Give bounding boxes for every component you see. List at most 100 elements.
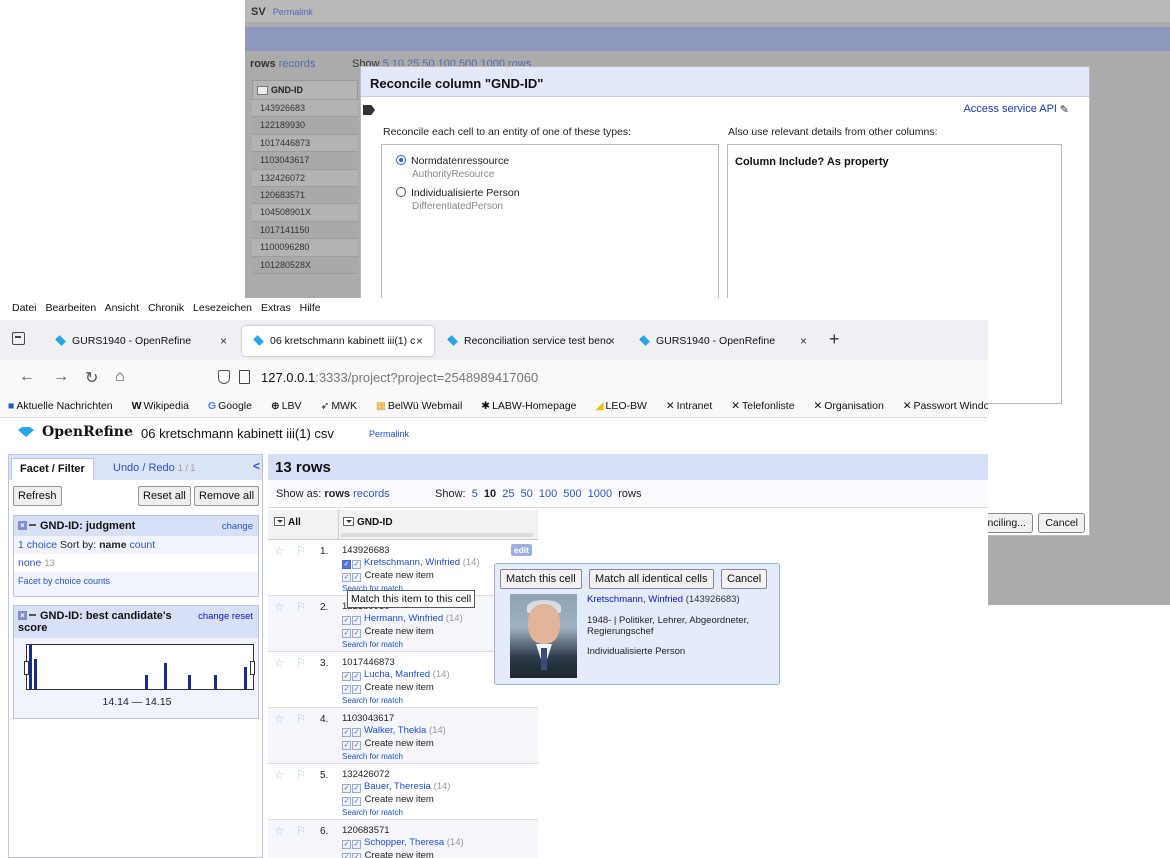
type-option-individualisierte-person[interactable]: Individualisierte Person DifferentiatedP… bbox=[396, 187, 520, 212]
create-all-checkbox-icon[interactable]: ✓ bbox=[352, 573, 361, 582]
menu-extras[interactable]: Extras bbox=[261, 302, 291, 314]
bookmark-belwue[interactable]: ▦ BelWü Webmail bbox=[376, 400, 470, 412]
close-icon[interactable]: × bbox=[608, 334, 615, 348]
openrefine-logo-icon[interactable] bbox=[18, 427, 34, 437]
remove-facet-icon[interactable]: × bbox=[18, 611, 27, 620]
column-all[interactable]: All bbox=[274, 517, 301, 528]
dialog-cancel-button[interactable]: Cancel bbox=[1038, 513, 1085, 533]
bg-column-header[interactable]: GND-ID bbox=[252, 80, 358, 100]
page-size-10[interactable]: 10 bbox=[484, 488, 496, 500]
flag-icon[interactable]: ⚐ bbox=[296, 600, 306, 613]
create-all-checkbox-icon[interactable]: ✓ bbox=[352, 685, 361, 694]
star-icon[interactable]: ☆ bbox=[274, 824, 285, 838]
rows-mode[interactable]: rows bbox=[324, 488, 350, 500]
menu-hilfe[interactable]: Hilfe bbox=[300, 302, 321, 314]
match-this-cell-button[interactable]: Match this cell bbox=[500, 569, 582, 589]
flag-icon[interactable]: ⚐ bbox=[296, 824, 306, 837]
candidate-name-link[interactable]: Kretschmann, Winfried bbox=[587, 594, 683, 605]
sort-name[interactable]: name bbox=[99, 539, 126, 551]
close-icon[interactable]: × bbox=[220, 334, 227, 348]
page-size-100[interactable]: 100 bbox=[539, 488, 557, 500]
bg-records-label[interactable]: records bbox=[279, 58, 316, 70]
facet-by-choice-counts-link[interactable]: Facet by choice counts bbox=[18, 576, 110, 586]
match-all-checkbox-icon[interactable]: ✓ bbox=[352, 672, 361, 681]
candidate-link[interactable]: Hermann, Winfried bbox=[364, 613, 443, 624]
remove-all-button[interactable]: Remove all bbox=[194, 486, 260, 506]
page-size-50[interactable]: 50 bbox=[521, 488, 533, 500]
search-for-match-link[interactable]: Search for match bbox=[342, 808, 534, 817]
star-icon[interactable]: ☆ bbox=[274, 656, 285, 670]
page-size-500[interactable]: 500 bbox=[563, 488, 581, 500]
back-icon[interactable]: ← bbox=[19, 368, 35, 386]
flag-icon[interactable]: ⚐ bbox=[296, 544, 306, 557]
menu-lesezeichen[interactable]: Lesezeichen bbox=[193, 302, 252, 314]
access-service-api-link[interactable]: Access service API bbox=[963, 103, 1057, 115]
facet-reset-link[interactable]: reset bbox=[232, 611, 253, 622]
match-all-checkbox-icon[interactable]: ✓ bbox=[352, 616, 361, 625]
flag-icon[interactable]: ⚐ bbox=[296, 712, 306, 725]
wrench-icon[interactable]: ✎ bbox=[1060, 103, 1069, 116]
create-checkbox-icon[interactable]: ✓ bbox=[342, 573, 351, 582]
create-all-checkbox-icon[interactable]: ✓ bbox=[352, 629, 361, 638]
facet-change-link[interactable]: change bbox=[222, 521, 253, 532]
tab-undo-redo[interactable]: Undo / Redo 1 / 1 bbox=[113, 462, 195, 474]
star-icon[interactable]: ☆ bbox=[274, 544, 285, 558]
bookmark-telefonliste[interactable]: ✕ Telefonliste bbox=[731, 400, 802, 412]
match-all-checkbox-icon[interactable]: ✓ bbox=[352, 840, 361, 849]
bg-permalink[interactable]: Permalink bbox=[273, 7, 313, 17]
match-checkbox-icon[interactable]: ✓ bbox=[342, 672, 351, 681]
match-all-checkbox-icon[interactable]: ✓ bbox=[352, 784, 361, 793]
bookmark-passwort[interactable]: ✕Passwort Windows-D bbox=[903, 400, 988, 412]
bookmark-intranet[interactable]: ✕ Intranet bbox=[666, 400, 720, 412]
choice-count[interactable]: 1 choice bbox=[18, 539, 57, 551]
edit-button[interactable]: edit bbox=[510, 544, 532, 556]
search-for-match-link[interactable]: Search for match bbox=[342, 752, 534, 761]
menu-datei[interactable]: Datei bbox=[12, 302, 37, 314]
match-all-identical-button[interactable]: Match all identical cells bbox=[589, 569, 714, 589]
minimize-icon[interactable] bbox=[29, 614, 36, 616]
candidate-link[interactable]: Lucha, Manfred bbox=[364, 669, 430, 680]
forward-icon[interactable]: → bbox=[53, 368, 69, 386]
tab-facet-filter[interactable]: Facet / Filter bbox=[11, 458, 94, 480]
bookmark-wikipedia[interactable]: W Wikipedia bbox=[132, 400, 197, 412]
address-bar[interactable]: 127.0.0.1:3333/project?project=254898941… bbox=[261, 370, 538, 385]
close-icon[interactable]: × bbox=[800, 334, 807, 348]
remove-facet-icon[interactable]: × bbox=[18, 521, 27, 530]
match-checkbox-icon[interactable]: ✓ bbox=[342, 560, 351, 569]
star-icon[interactable]: ☆ bbox=[274, 768, 285, 782]
create-all-checkbox-icon[interactable]: ✓ bbox=[352, 853, 361, 858]
create-checkbox-icon[interactable]: ✓ bbox=[342, 741, 351, 750]
create-all-checkbox-icon[interactable]: ✓ bbox=[352, 741, 361, 750]
close-icon[interactable]: × bbox=[416, 334, 423, 348]
candidate-link[interactable]: Bauer, Theresia bbox=[364, 781, 431, 792]
match-checkbox-icon[interactable]: ✓ bbox=[342, 784, 351, 793]
menu-ansicht[interactable]: Ansicht bbox=[105, 302, 139, 314]
start-reconciling-button[interactable]: nciling... bbox=[980, 513, 1033, 533]
score-histogram[interactable] bbox=[24, 644, 255, 690]
flag-icon[interactable]: ⚐ bbox=[296, 768, 306, 781]
candidate-link[interactable]: Walker, Thekla bbox=[364, 725, 426, 736]
tag-icon[interactable] bbox=[363, 105, 375, 115]
bookmark-organisation[interactable]: ✕ Organisation bbox=[813, 400, 891, 412]
bookmark-lbv[interactable]: ⊕ LBV bbox=[271, 400, 310, 412]
bookmark-google[interactable]: G Google bbox=[208, 400, 260, 412]
refresh-button[interactable]: Refresh bbox=[13, 486, 62, 506]
dropdown-icon[interactable] bbox=[343, 517, 354, 526]
home-icon[interactable]: ⌂ bbox=[115, 368, 125, 386]
bookmark-labw[interactable]: ✱ LABW-Homepage bbox=[481, 400, 584, 412]
menu-chronik[interactable]: Chronik bbox=[148, 302, 184, 314]
shield-icon[interactable] bbox=[218, 370, 230, 384]
match-checkbox-icon[interactable]: ✓ bbox=[342, 840, 351, 849]
reset-all-button[interactable]: Reset all bbox=[138, 486, 191, 506]
range-handle-right[interactable] bbox=[250, 661, 255, 675]
tab-reconciliation-test[interactable]: Reconciliation service test benc × bbox=[436, 326, 626, 356]
bookmark-mwk[interactable]: ➶ MWK bbox=[321, 400, 365, 412]
page-size-1000[interactable]: 1000 bbox=[588, 488, 612, 500]
candidate-link[interactable]: Schopper, Theresa bbox=[364, 837, 444, 848]
type-option-normdatenressource[interactable]: Normdatenressource AuthorityResource bbox=[396, 155, 509, 180]
dropdown-icon[interactable] bbox=[257, 86, 268, 96]
match-all-checkbox-icon[interactable]: ✓ bbox=[352, 560, 361, 569]
page-icon[interactable] bbox=[239, 370, 250, 384]
permalink[interactable]: Permalink bbox=[369, 429, 409, 439]
facet-choice[interactable]: none 13 bbox=[14, 554, 258, 572]
